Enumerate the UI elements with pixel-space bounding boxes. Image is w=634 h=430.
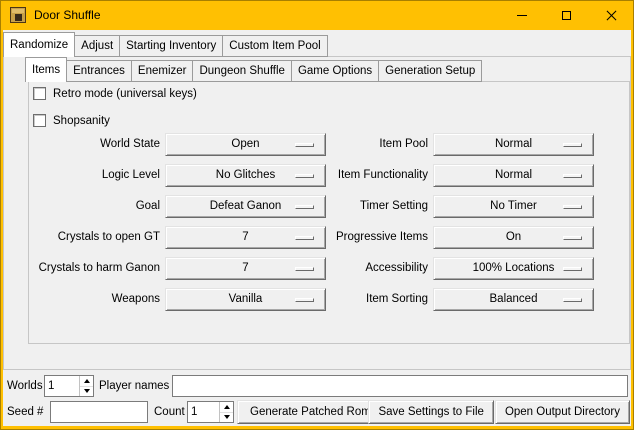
tab-randomize[interactable]: Randomize: [3, 32, 75, 57]
logic-level-value: No Glitches: [216, 169, 275, 181]
logic-level-label: Logic Level: [11, 164, 160, 187]
open-output-directory-button[interactable]: Open Output Directory: [495, 400, 630, 424]
crystals-open-gt-value: 7: [242, 231, 248, 243]
count-input[interactable]: [188, 402, 219, 422]
dropdown-indicator-icon: [563, 298, 582, 302]
timer-setting-label: Timer Setting: [273, 195, 428, 218]
down-arrow-icon: [224, 415, 230, 419]
dropdown-indicator-icon: [563, 174, 582, 178]
weapons-value: Vanilla: [229, 293, 263, 305]
minimize-button[interactable]: [499, 0, 544, 30]
count-spin-buttons: [219, 402, 233, 422]
window-title: Door Shuffle: [34, 8, 101, 22]
shopsanity-label: Shopsanity: [53, 115, 110, 127]
shopsanity-checkbox[interactable]: [33, 114, 46, 127]
count-label: Count: [154, 401, 185, 423]
minimize-icon: [517, 15, 527, 16]
accessibility-label: Accessibility: [273, 257, 428, 280]
count-spin-down-button[interactable]: [220, 412, 233, 423]
count-spinbox[interactable]: [187, 401, 234, 423]
worlds-spin-buttons: [79, 376, 93, 396]
dropdown-indicator-icon: [563, 267, 582, 271]
progressive-items-label: Progressive Items: [273, 226, 428, 249]
player-names-input[interactable]: [172, 375, 628, 397]
accessibility-dropdown[interactable]: 100% Locations: [433, 257, 594, 280]
app-window: Door Shuffle Randomize Adjust Starting I…: [0, 0, 634, 430]
item-pool-dropdown[interactable]: Normal: [433, 133, 594, 156]
tab-enemizer[interactable]: Enemizer: [131, 60, 194, 82]
progressive-items-dropdown[interactable]: On: [433, 226, 594, 249]
retro-mode-label: Retro mode (universal keys): [53, 88, 197, 100]
up-arrow-icon: [224, 405, 230, 409]
crystals-harm-ganon-value: 7: [242, 262, 248, 274]
tab-dungeon-shuffle[interactable]: Dungeon Shuffle: [192, 60, 291, 82]
seed-input[interactable]: [50, 401, 148, 423]
dropdown-indicator-icon: [563, 236, 582, 240]
world-state-value: Open: [231, 138, 259, 150]
item-pool-value: Normal: [495, 138, 532, 150]
item-functionality-label: Item Functionality: [273, 164, 428, 187]
timer-setting-value: No Timer: [490, 200, 537, 212]
tab-custom-item-pool[interactable]: Custom Item Pool: [222, 35, 327, 57]
save-settings-button[interactable]: Save Settings to File: [368, 400, 493, 424]
world-state-label: World State: [11, 133, 160, 156]
tab-items[interactable]: Items: [25, 57, 67, 82]
close-icon: [606, 10, 617, 21]
window-body: Randomize Adjust Starting Inventory Cust…: [3, 30, 631, 426]
bottom-right-buttons: Save Settings to File Open Output Direct…: [368, 400, 630, 424]
tab-starting-inventory[interactable]: Starting Inventory: [119, 35, 223, 57]
crystals-harm-ganon-label: Crystals to harm Ganon: [11, 257, 160, 280]
generate-patched-rom-button[interactable]: Generate Patched Rom: [237, 400, 384, 424]
item-sorting-label: Item Sorting: [273, 288, 428, 311]
down-arrow-icon: [84, 389, 90, 393]
worlds-label: Worlds: [7, 375, 43, 397]
item-sorting-value: Balanced: [490, 293, 538, 305]
item-sorting-dropdown[interactable]: Balanced: [433, 288, 594, 311]
item-pool-label: Item Pool: [273, 133, 428, 156]
goal-value: Defeat Ganon: [210, 200, 282, 212]
maximize-icon: [562, 11, 571, 20]
sub-tab-bar: Items Entrances Enemizer Dungeon Shuffle…: [25, 57, 482, 82]
seed-label: Seed #: [7, 401, 43, 423]
crystals-open-gt-label: Crystals to open GT: [11, 226, 160, 249]
main-tab-bar: Randomize Adjust Starting Inventory Cust…: [3, 32, 328, 57]
close-button[interactable]: [589, 0, 634, 30]
worlds-spin-down-button[interactable]: [80, 386, 93, 397]
shopsanity-checkbox-row[interactable]: Shopsanity: [33, 113, 110, 128]
tab-adjust[interactable]: Adjust: [74, 35, 120, 57]
weapons-label: Weapons: [11, 288, 160, 311]
item-functionality-dropdown[interactable]: Normal: [433, 164, 594, 187]
worlds-spin-up-button[interactable]: [80, 376, 93, 386]
up-arrow-icon: [84, 379, 90, 383]
dropdown-indicator-icon: [563, 143, 582, 147]
worlds-spinbox[interactable]: [44, 375, 94, 397]
dropdown-indicator-icon: [563, 205, 582, 209]
maximize-button[interactable]: [544, 0, 589, 30]
tab-game-options[interactable]: Game Options: [291, 60, 379, 82]
tab-generation-setup[interactable]: Generation Setup: [378, 60, 482, 82]
item-functionality-value: Normal: [495, 169, 532, 181]
retro-mode-checkbox[interactable]: [33, 87, 46, 100]
progressive-items-value: On: [506, 231, 521, 243]
tab-entrances[interactable]: Entrances: [66, 60, 132, 82]
title-bar: Door Shuffle: [0, 0, 634, 30]
app-icon: [10, 7, 26, 23]
timer-setting-dropdown[interactable]: No Timer: [433, 195, 594, 218]
caption-buttons: [499, 0, 634, 30]
retro-mode-checkbox-row[interactable]: Retro mode (universal keys): [33, 86, 197, 101]
player-names-label: Player names: [99, 375, 169, 397]
worlds-input[interactable]: [45, 376, 79, 396]
count-spin-up-button[interactable]: [220, 402, 233, 412]
goal-label: Goal: [11, 195, 160, 218]
accessibility-value: 100% Locations: [473, 262, 555, 274]
